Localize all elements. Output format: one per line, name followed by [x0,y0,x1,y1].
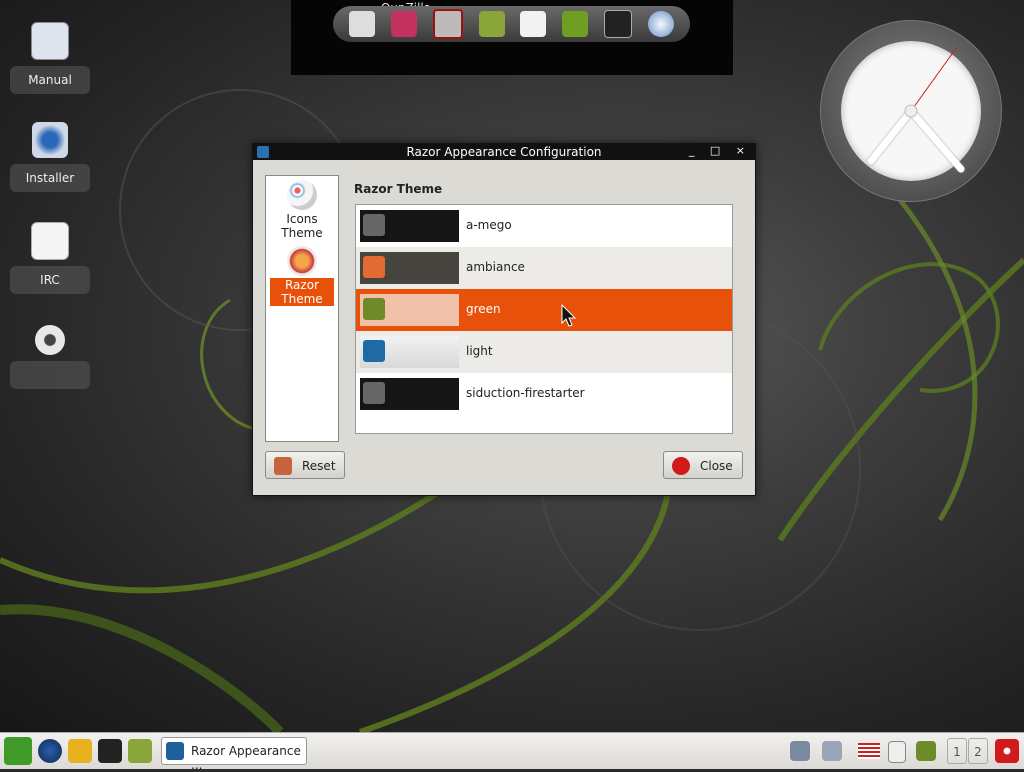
broom-icon [274,457,292,475]
editor-icon[interactable] [432,9,463,39]
taskbar: Razor Appearance ... 1 2 [0,732,1024,772]
desktop-pager-2[interactable]: 2 [968,738,988,764]
search-app-icon [166,742,184,760]
desktop-icon-irc[interactable]: IRC [10,222,90,294]
installer-icon [32,122,68,158]
desktop-icon-settings[interactable] [10,322,90,389]
theme-name: green [466,302,501,316]
appearance-dialog: Razor Appearance Configuration _ □ × Ico… [252,143,756,496]
browser-icon[interactable] [38,739,62,763]
sidebar-item-label: Razor Theme [270,278,334,306]
theme-name: a-mego [466,218,512,232]
clock-hands [867,46,965,173]
main-menu-icon[interactable] [4,737,32,765]
task-button[interactable]: Razor Appearance ... [161,737,307,772]
close-button-label: Close [700,459,733,473]
theme-name: ambiance [466,260,525,274]
clock-face [841,41,981,181]
irc-icon [31,222,69,260]
sidebar-item-label: Icons Theme [281,212,323,240]
paint-palette-icon [287,246,317,276]
theme-row-ambiance[interactable]: ambiance [356,247,732,289]
network-tray-icon[interactable] [822,741,842,761]
theme-row-light[interactable]: light [356,331,732,373]
image-viewer-icon[interactable] [128,739,152,763]
power-icon[interactable] [995,739,1019,763]
desktop-icon-label: Installer [10,164,90,192]
desktop-icon-label [10,361,90,389]
reset-button[interactable]: Reset [265,451,345,479]
notepad-icon[interactable] [520,11,547,37]
desktop-pager-1[interactable]: 1 [947,738,967,764]
search-icon [363,382,385,404]
theme-list: a-mego ambiance green light siduction-fi… [355,204,733,434]
close-icon [672,457,690,475]
theme-thumbnail [360,210,459,242]
theme-thumbnail [360,336,459,368]
theme-name: light [466,344,493,358]
desktop-icon-label: IRC [10,266,90,294]
theme-thumbnail [360,294,459,326]
theme-row-siduction-firestarter[interactable]: siduction-firestarter [356,373,732,415]
dialog-title: Razor Appearance Configuration [406,145,602,159]
clock-widget [820,20,1002,202]
terminal-icon[interactable] [98,739,122,763]
mouse-cursor-icon [561,304,577,327]
desktop-icon-installer[interactable]: Installer [10,122,90,192]
desktop-icon-manual[interactable]: Manual [10,22,90,94]
dialog-titlebar[interactable]: Razor Appearance Configuration _ □ × [253,144,755,160]
search-icon [363,340,385,362]
clipboard-tray-icon[interactable] [888,741,906,763]
sidebar-item-icons-theme[interactable]: Icons Theme [270,180,334,242]
search-icon [363,256,385,278]
palette-icon [287,180,317,210]
file-manager-icon[interactable] [348,11,375,37]
us-flag-icon[interactable] [858,743,880,759]
theme-row-a-mego[interactable]: a-mego [356,205,732,247]
quicklaunch-bar [333,6,690,42]
globe-icon[interactable] [648,11,675,37]
theme-thumbnail [360,252,459,284]
config-sidebar: Icons Theme Razor Theme [265,175,339,442]
search-icon [363,214,385,236]
theme-name: siduction-firestarter [466,386,585,400]
manual-icon [31,22,69,60]
window-buttons[interactable]: _ □ × [689,144,751,157]
theme-thumbnail [360,378,459,410]
screenshot-icon[interactable] [390,11,417,37]
desktop-icon-label: Manual [10,66,90,94]
battery-tray-icon[interactable] [916,741,936,761]
search-icon [363,298,385,320]
close-button[interactable]: Close [663,451,743,479]
reset-button-label: Reset [302,459,336,473]
paint-icon[interactable] [562,11,589,37]
theme-row-green[interactable]: green [356,289,732,331]
sidebar-item-razor-theme[interactable]: Razor Theme [270,246,334,308]
hive-icon[interactable] [68,739,92,763]
video-icon[interactable] [478,11,505,37]
camera-tray-icon[interactable] [790,741,810,761]
quicklaunch-panel: QupZilla [291,0,733,75]
gear-icon [35,325,65,355]
terminal-icon[interactable] [604,10,633,38]
section-header: Razor Theme [354,182,443,196]
